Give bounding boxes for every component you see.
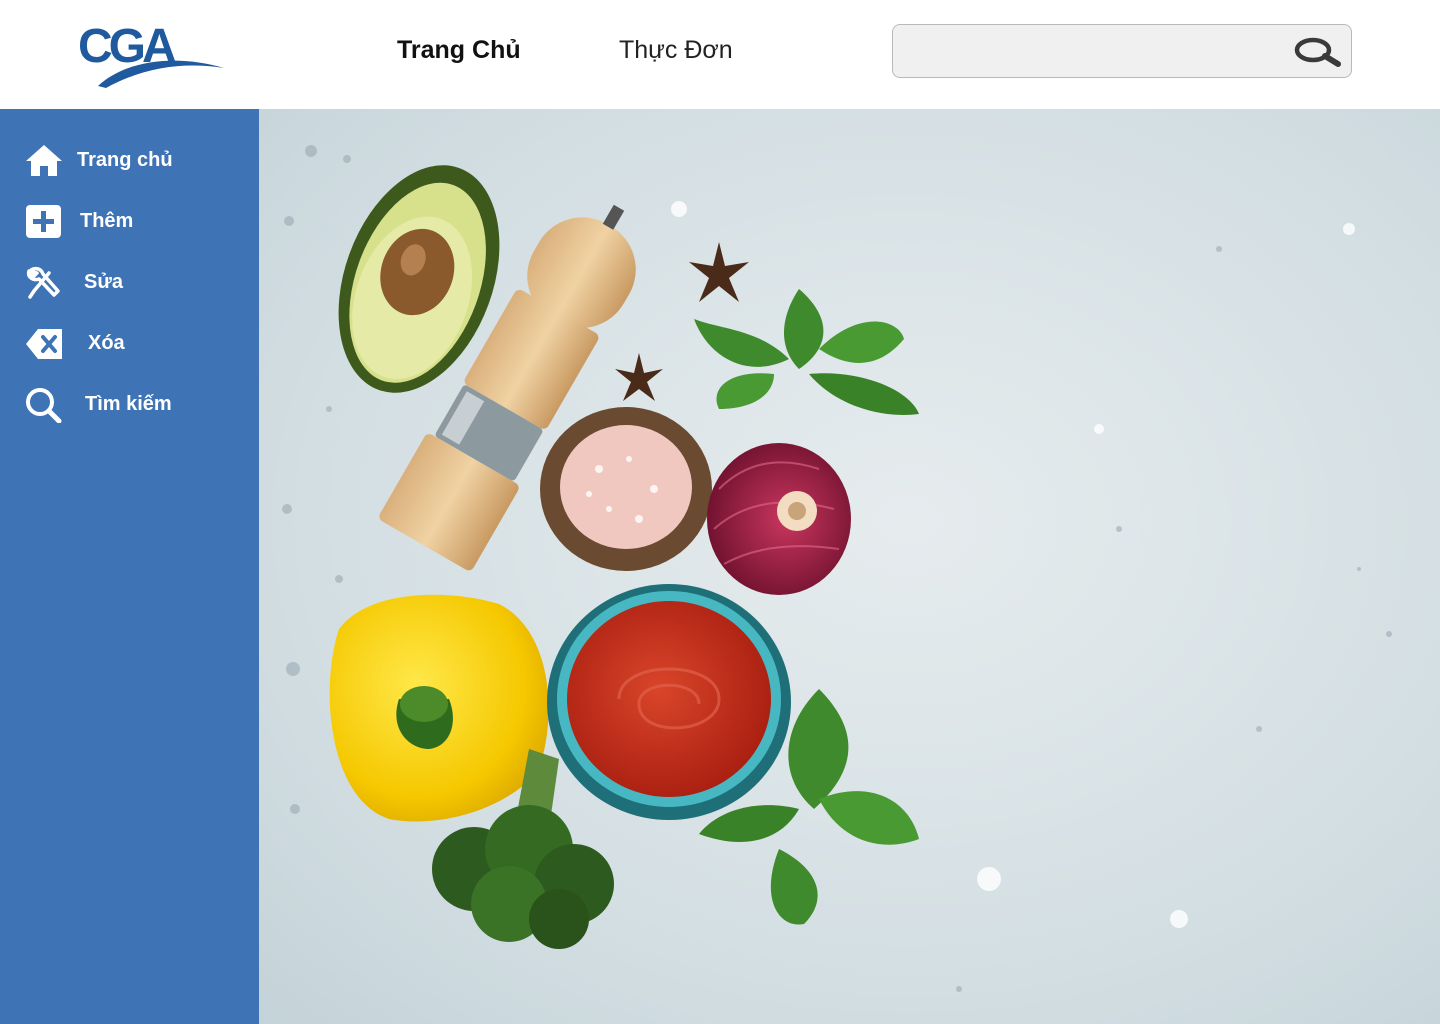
- search-button[interactable]: [1291, 33, 1343, 71]
- food-illustration: [259, 109, 1440, 1024]
- sidebar-item-home[interactable]: Trang chủ: [24, 139, 249, 183]
- sidebar-item-label: Tìm kiếm: [85, 393, 172, 415]
- hero-food-image: [259, 109, 1440, 1024]
- plus-square-icon: [26, 205, 61, 238]
- top-header: CGA Trang Chủ Thực Đơn: [0, 0, 1440, 109]
- sidebar: Trang chủ Thêm Sửa Xóa Tìm kiếm: [0, 109, 259, 1024]
- sidebar-item-label: Thêm: [80, 210, 134, 232]
- search-icon: [26, 388, 62, 423]
- sidebar-item-edit[interactable]: Sửa: [24, 261, 249, 305]
- cga-logo[interactable]: CGA: [76, 16, 226, 90]
- backspace-x-icon: [26, 329, 62, 359]
- search-input[interactable]: [907, 25, 1287, 77]
- sidebar-item-label: Sửa: [84, 271, 123, 293]
- sidebar-item-label: Xóa: [88, 332, 125, 354]
- home-icon: [26, 145, 62, 176]
- sidebar-item-label: Trang chủ: [77, 149, 173, 171]
- nav-menu-link[interactable]: Thực Đơn: [619, 36, 733, 65]
- wrench-icon: [26, 266, 60, 299]
- nav-home-link[interactable]: Trang Chủ: [397, 36, 521, 65]
- search-icon: [1294, 37, 1341, 67]
- sidebar-item-search[interactable]: Tìm kiếm: [24, 383, 249, 427]
- header-search-box: [892, 24, 1352, 78]
- sidebar-item-add[interactable]: Thêm: [24, 200, 249, 244]
- sidebar-item-delete[interactable]: Xóa: [24, 322, 249, 366]
